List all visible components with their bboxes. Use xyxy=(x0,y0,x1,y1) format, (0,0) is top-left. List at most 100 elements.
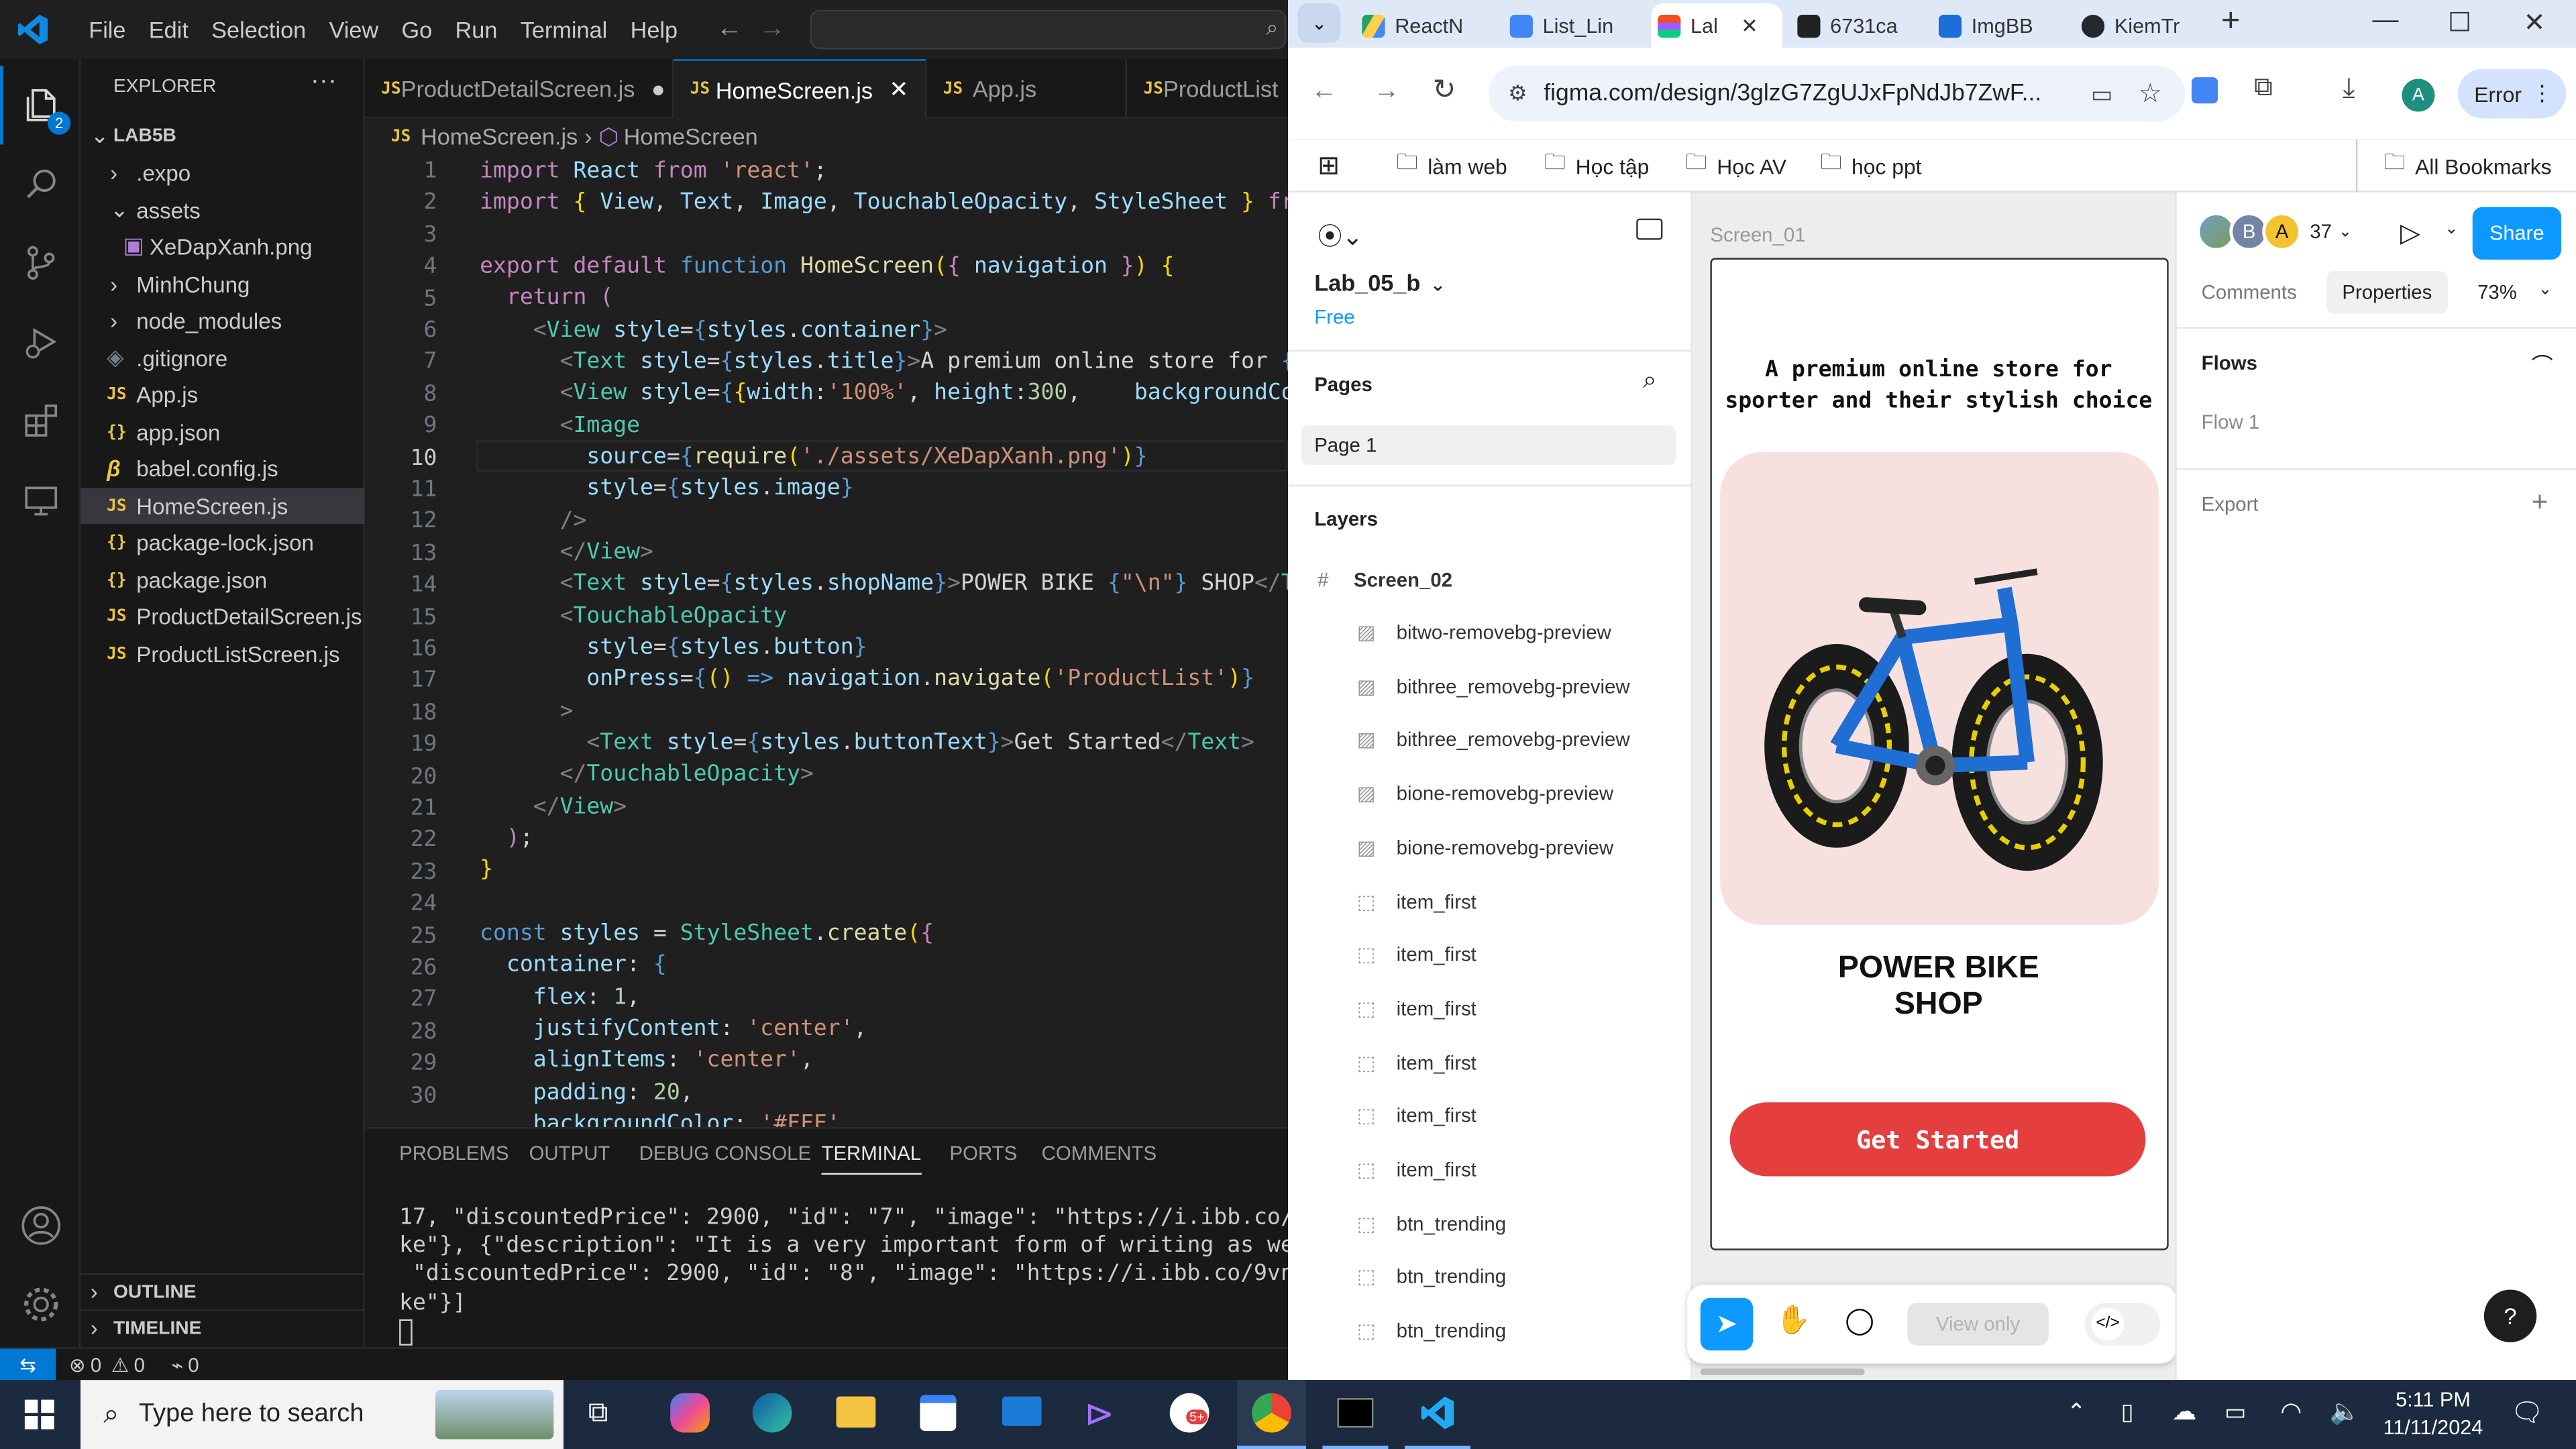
nav-forward-icon[interactable]: → xyxy=(759,15,785,44)
chevron-up-icon[interactable]: ⌃ xyxy=(2067,1398,2086,1426)
panel-tab-problems[interactable]: PROBLEMS xyxy=(399,1142,508,1165)
phone-frame[interactable]: A premium online store for sporter and t… xyxy=(1710,258,2169,1250)
warning-icon[interactable]: ⚠ xyxy=(111,1353,129,1376)
reload-icon[interactable]: ↻ xyxy=(1433,74,1456,107)
comment-tool-icon[interactable]: ◯ xyxy=(1845,1305,1874,1338)
panel-tab-ports[interactable]: PORTS xyxy=(950,1142,1018,1165)
tree-item-homescreen[interactable]: JS HomeScreen.js xyxy=(80,488,365,525)
bookmark-star-icon[interactable]: ☆ xyxy=(2139,77,2162,110)
tab-properties[interactable]: Properties xyxy=(2326,271,2449,314)
move-tool-button[interactable]: ➤ xyxy=(1700,1297,1754,1351)
figma-menu-icon[interactable]: ⦿⌄ xyxy=(1318,219,1363,253)
tree-item-assets[interactable]: ⌄ assets xyxy=(80,193,365,229)
tab-product-detail[interactable]: JS ProductDetailScreen.js ● xyxy=(365,59,674,119)
vscode-taskbar-icon[interactable] xyxy=(1404,1380,1470,1449)
breadcrumb-file[interactable]: HomeScreen.js xyxy=(421,123,578,150)
tab-search-button[interactable]: ⌄ xyxy=(1297,3,1341,43)
store-icon[interactable] xyxy=(920,1395,957,1432)
panel-tab-debug-console[interactable]: DEBUG CONSOLE xyxy=(639,1142,811,1165)
start-button[interactable] xyxy=(0,1380,79,1449)
onedrive-icon[interactable]: ☁ xyxy=(2172,1397,2197,1426)
error-count[interactable]: 0 xyxy=(91,1353,101,1376)
tab-figma[interactable]: Lal ✕ xyxy=(1651,3,1783,48)
layer-item[interactable]: ⬚ item_first xyxy=(1288,1089,1690,1142)
nav-back-icon[interactable]: ← xyxy=(716,15,743,44)
menu-view[interactable]: View xyxy=(329,16,378,42)
source-control-icon[interactable] xyxy=(0,223,80,303)
notifications-icon[interactable]: 🗨 xyxy=(2510,1397,2544,1430)
command-center[interactable]: ⌕ xyxy=(810,9,1287,50)
run-debug-icon[interactable] xyxy=(0,303,80,382)
all-bookmarks[interactable]: 🗀 All Bookmarks xyxy=(2355,140,2552,193)
add-export-icon[interactable]: + xyxy=(2532,486,2548,519)
profile-avatar[interactable]: A xyxy=(2402,78,2435,112)
menu-terminal[interactable]: Terminal xyxy=(521,16,608,42)
clipboard-icon[interactable]: ▭ xyxy=(2091,80,2112,108)
tree-item-app-json[interactable]: {} app.json xyxy=(80,414,365,450)
tab-comments[interactable]: Comments xyxy=(2202,281,2297,304)
menu-file[interactable]: File xyxy=(89,16,125,42)
tree-item-package-json[interactable]: {} package.json xyxy=(80,562,365,598)
explorer-more-icon[interactable]: ··· xyxy=(311,67,337,97)
translate-icon[interactable] xyxy=(2191,77,2218,104)
figma-canvas[interactable]: Screen_01 A premium online store for spo… xyxy=(1687,192,2177,1381)
omnibox[interactable]: ⚙ figma.com/design/3glzG7ZgUJxFpNdJb7ZwF… xyxy=(1488,65,2186,122)
tree-item-babel-config[interactable]: β babel.config.js xyxy=(80,450,365,486)
breadcrumb-symbol[interactable]: HomeScreen xyxy=(624,123,758,150)
tab-product-list[interactable]: JS ProductList xyxy=(1127,59,1288,118)
layer-frame[interactable]: # Screen_02 xyxy=(1288,553,1690,606)
layer-item[interactable]: ⬚ btn_trending xyxy=(1288,1251,1690,1303)
explorer-icon[interactable]: 2 xyxy=(0,65,80,145)
back-icon[interactable]: ← xyxy=(1311,77,1337,107)
taskbar-search[interactable]: ⌕ Type here to search xyxy=(80,1380,564,1449)
layer-item[interactable]: ⬚ btn_trending xyxy=(1288,1305,1690,1357)
flow-item[interactable]: Flow 1 xyxy=(2202,411,2260,433)
menu-go[interactable]: Go xyxy=(401,16,432,42)
code-editor[interactable]: 1 2 3 4 5 6 7 8 9 10 11 12 13 14 15 16 17 18 19 20 21 22 23 24 2… xyxy=(364,154,1289,1128)
error-icon[interactable]: ⊗ xyxy=(69,1353,86,1376)
menu-help[interactable]: Help xyxy=(631,16,678,42)
layer-item[interactable]: ⬚ item_first xyxy=(1288,928,1690,981)
ports-icon[interactable]: ⌁ xyxy=(171,1353,183,1376)
tab-homescreen[interactable]: JS HomeScreen.js ✕ xyxy=(674,59,927,119)
site-info-icon[interactable]: ⚙ xyxy=(1508,80,1527,107)
layer-item[interactable]: ▨ bitwo-removebg-preview xyxy=(1288,606,1690,659)
layer-item[interactable]: ▨ bithree_removebg-preview xyxy=(1288,714,1690,766)
menu-selection[interactable]: Selection xyxy=(211,16,306,42)
sidebar-toggle-icon[interactable] xyxy=(1636,218,1663,240)
timeline-section[interactable]: › TIMELINE xyxy=(80,1309,365,1346)
menu-run[interactable]: Run xyxy=(455,16,498,42)
copilot-icon[interactable] xyxy=(670,1393,710,1433)
panel-tab-output[interactable]: OUTPUT xyxy=(529,1142,610,1165)
download-icon[interactable]: ⤓ xyxy=(2343,72,2355,105)
unsaved-dot-icon[interactable]: ● xyxy=(651,76,665,102)
close-window-icon[interactable]: ✕ xyxy=(2524,7,2546,40)
device-icon[interactable]: ▯ xyxy=(2121,1398,2134,1426)
panel-tab-comments[interactable]: COMMENTS xyxy=(1042,1142,1157,1165)
project-folder[interactable]: ⌄ LAB5B xyxy=(80,118,365,154)
tree-item-product-list[interactable]: JS ProductListScreen.js xyxy=(80,636,365,672)
layer-item[interactable]: ⬚ item_first xyxy=(1288,875,1690,927)
new-tab-icon[interactable]: + xyxy=(2221,3,2241,41)
remote-indicator[interactable]: ⇆ xyxy=(0,1348,56,1381)
tree-item-package-lock[interactable]: {} package-lock.json xyxy=(80,524,365,560)
present-play-icon[interactable]: ▷ xyxy=(2400,217,2420,250)
hand-tool-icon[interactable]: ✋ xyxy=(1776,1305,1811,1338)
settings-gear-icon[interactable] xyxy=(0,1265,80,1344)
tab-kiemtr[interactable]: KiemTr xyxy=(2081,3,2213,48)
tree-item-node-modules[interactable]: › node_modules xyxy=(80,303,365,339)
chevron-down-icon[interactable]: ⌄ xyxy=(2538,281,2553,299)
error-button[interactable]: Error ⋮ xyxy=(2457,68,2567,119)
close-icon[interactable]: ✕ xyxy=(890,76,909,104)
menu-edit[interactable]: Edit xyxy=(149,16,189,42)
help-button[interactable]: ? xyxy=(2483,1289,2537,1342)
minimize-icon[interactable]: — xyxy=(2372,7,2398,36)
layer-item[interactable]: ⬚ item_first xyxy=(1288,1144,1690,1196)
tree-item-app-js[interactable]: JS App.js xyxy=(80,376,365,413)
search-icon[interactable]: ⌕ xyxy=(1643,366,1657,394)
close-icon[interactable]: ✕ xyxy=(1741,13,1758,38)
file-explorer-icon[interactable] xyxy=(836,1396,876,1428)
bookmark-hoc-av[interactable]: 🗀 Học AV xyxy=(1686,140,1786,192)
layer-item[interactable]: ⬚ item_first xyxy=(1288,1036,1690,1088)
chevron-down-icon[interactable]: ⌄ xyxy=(2445,220,2459,238)
